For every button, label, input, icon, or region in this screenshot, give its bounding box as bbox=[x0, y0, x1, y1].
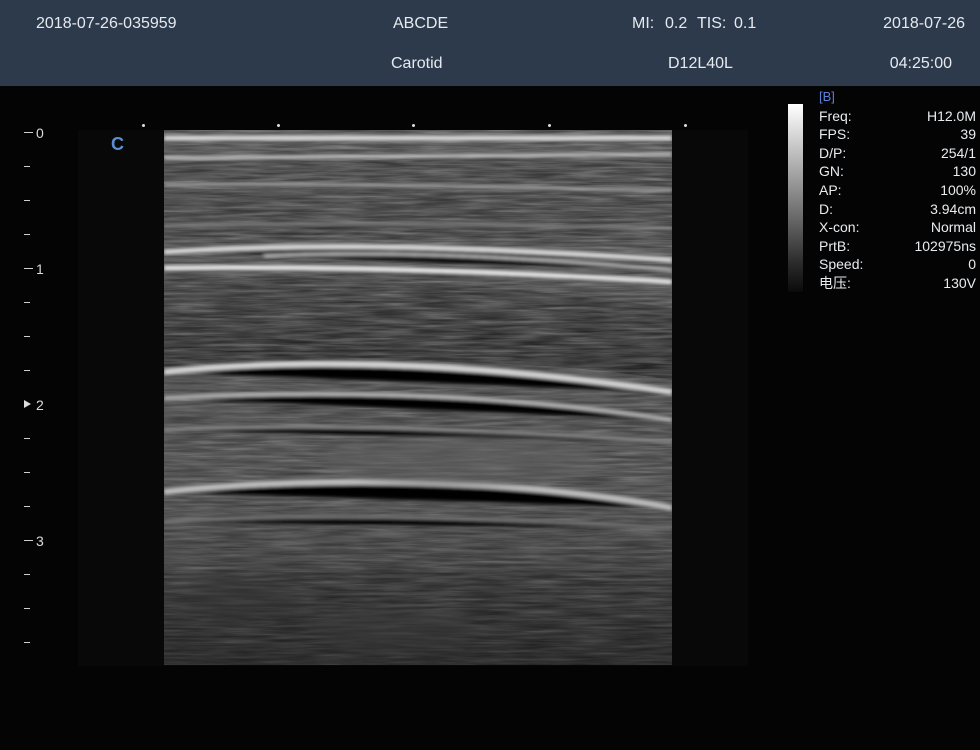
param-value: 102975ns bbox=[914, 237, 976, 254]
preset-name: Carotid bbox=[391, 55, 443, 72]
param-row: 电压: 130V bbox=[819, 274, 976, 293]
focal-dot bbox=[548, 124, 551, 127]
header-bar: 2018-07-26-035959 ABCDE MI: 0.2 TIS: 0.1… bbox=[0, 0, 980, 86]
param-row: D: 3.94cm bbox=[819, 200, 976, 219]
probe-name: D12L40L bbox=[668, 55, 733, 72]
param-row: PrtB: 102975ns bbox=[819, 237, 976, 256]
depth-tick bbox=[24, 234, 30, 235]
depth-tick bbox=[24, 506, 30, 507]
tis-label: TIS: bbox=[697, 15, 727, 32]
param-value: 0 bbox=[968, 256, 976, 273]
gray-scale-bar bbox=[788, 104, 803, 292]
param-row: GN: 130 bbox=[819, 162, 976, 181]
ultrasound-image[interactable] bbox=[164, 130, 672, 665]
depth-label: 1 bbox=[36, 261, 44, 277]
depth-tick bbox=[24, 608, 30, 609]
depth-tick bbox=[24, 166, 30, 167]
param-row: Freq: H12.0M bbox=[819, 107, 976, 126]
param-row: Speed: 0 bbox=[819, 255, 976, 274]
mi-value: 0.2 bbox=[665, 15, 688, 32]
depth-label: 2 bbox=[36, 397, 44, 413]
study-id: 2018-07-26-035959 bbox=[36, 15, 177, 32]
param-value: 130V bbox=[943, 274, 976, 291]
param-label: GN: bbox=[819, 163, 844, 180]
depth-scale: 0 1 2 3 bbox=[22, 126, 62, 656]
param-label: AP: bbox=[819, 181, 842, 198]
parameters-panel: [B] Freq: H12.0M FPS: 39 D/P: 254/1 GN: 130 … bbox=[819, 88, 976, 293]
param-label: Freq: bbox=[819, 107, 852, 124]
param-row: D/P: 254/1 bbox=[819, 144, 976, 163]
focal-dot bbox=[277, 124, 280, 127]
depth-label: 0 bbox=[36, 125, 44, 141]
param-label: X-con: bbox=[819, 219, 860, 236]
param-row: AP: 100% bbox=[819, 181, 976, 200]
param-row: FPS: 39 bbox=[819, 125, 976, 144]
param-label: D: bbox=[819, 200, 833, 217]
depth-tick bbox=[24, 370, 30, 371]
mi-label: MI: bbox=[632, 15, 655, 32]
depth-tick bbox=[24, 302, 30, 303]
depth-tick-major bbox=[24, 268, 33, 269]
focus-marker-icon[interactable] bbox=[24, 400, 31, 408]
depth-tick bbox=[24, 574, 30, 575]
tis-value: 0.1 bbox=[734, 15, 757, 32]
depth-tick bbox=[24, 438, 30, 439]
exam-date: 2018-07-26 bbox=[883, 15, 965, 32]
param-value: 100% bbox=[940, 181, 976, 198]
depth-tick bbox=[24, 642, 30, 643]
patient-name: ABCDE bbox=[393, 15, 449, 32]
param-value: 3.94cm bbox=[930, 200, 976, 217]
orientation-mark: C bbox=[111, 134, 124, 154]
param-label: Speed: bbox=[819, 256, 864, 273]
focal-dot bbox=[142, 124, 145, 127]
depth-tick bbox=[24, 472, 30, 473]
param-value: 254/1 bbox=[940, 144, 976, 161]
depth-tick bbox=[24, 336, 30, 337]
param-value: 39 bbox=[960, 126, 976, 143]
param-label: PrtB: bbox=[819, 237, 851, 254]
exam-time: 04:25:00 bbox=[889, 55, 952, 72]
param-label: FPS: bbox=[819, 126, 851, 143]
param-value: H12.0M bbox=[926, 107, 976, 124]
depth-tick bbox=[24, 200, 30, 201]
param-row: X-con: Normal bbox=[819, 218, 976, 237]
focal-dot bbox=[684, 124, 687, 127]
b-mode-image bbox=[164, 130, 672, 665]
param-value: 130 bbox=[952, 163, 976, 180]
param-label: 电压: bbox=[819, 274, 851, 291]
focal-dot bbox=[412, 124, 415, 127]
depth-tick-major bbox=[24, 540, 33, 541]
param-value: Normal bbox=[930, 219, 976, 236]
param-label: D/P: bbox=[819, 144, 847, 161]
imaging-mode: [B] bbox=[819, 89, 835, 104]
depth-tick-major bbox=[24, 132, 33, 133]
depth-label: 3 bbox=[36, 533, 44, 549]
